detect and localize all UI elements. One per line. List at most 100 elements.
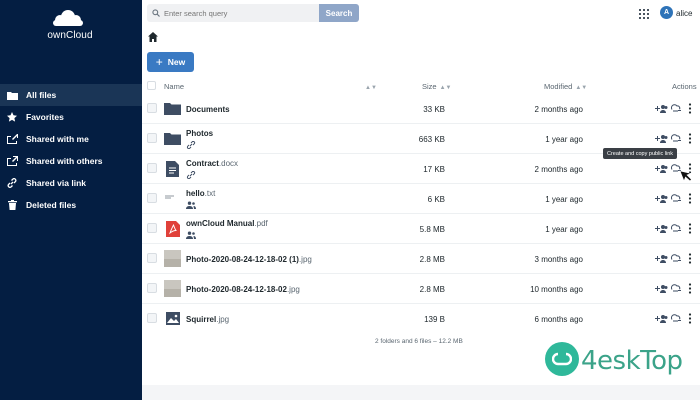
select-all-checkbox[interactable] bbox=[147, 81, 156, 90]
sidebar-item-all-files[interactable]: All files bbox=[0, 84, 142, 106]
row-checkbox[interactable] bbox=[147, 163, 157, 173]
home-icon[interactable] bbox=[148, 32, 158, 42]
file-name[interactable]: Contract.docx bbox=[186, 159, 238, 168]
public-link-icon[interactable] bbox=[670, 103, 681, 114]
public-link-icon[interactable] bbox=[670, 193, 681, 204]
public-link-icon[interactable] bbox=[670, 133, 681, 144]
file-size: 139 B bbox=[424, 315, 445, 324]
share-users-icon[interactable] bbox=[655, 164, 668, 174]
public-link-icon[interactable] bbox=[670, 313, 681, 324]
row-checkbox[interactable] bbox=[147, 223, 157, 233]
trash-icon bbox=[6, 199, 18, 211]
more-options-icon[interactable] bbox=[688, 223, 692, 234]
table-row[interactable]: hello.txt 6 KB 1 year ago bbox=[142, 184, 700, 214]
table-row[interactable]: Photo-2020-08-24-12-18-02 (1).jpg 2.8 MB… bbox=[142, 244, 700, 274]
modified-sort-icon: ▲▼ bbox=[575, 85, 588, 91]
share-users-icon[interactable] bbox=[655, 254, 668, 264]
username[interactable]: alice bbox=[676, 9, 692, 18]
file-modified: 10 months ago bbox=[530, 285, 583, 294]
table-row[interactable]: Photo-2020-08-24-12-18-02.jpg 2.8 MB 10 … bbox=[142, 274, 700, 304]
sidebar-item-favorites[interactable]: Favorites bbox=[0, 106, 142, 128]
more-options-icon[interactable] bbox=[688, 103, 692, 114]
sidebar-item-label: Favorites bbox=[26, 112, 64, 122]
sidebar-item-deleted-files[interactable]: Deleted files bbox=[0, 194, 142, 216]
size-sort-icon: ▲▼ bbox=[439, 85, 452, 91]
public-link-tooltip: Create and copy public link bbox=[603, 148, 678, 159]
mouse-cursor-icon bbox=[679, 170, 692, 182]
column-size[interactable]: Size ▲▼ bbox=[422, 82, 451, 91]
file-modified: 1 year ago bbox=[545, 225, 583, 234]
avatar[interactable]: A bbox=[660, 6, 673, 19]
name-sort-icon[interactable]: ▲▼ bbox=[362, 82, 377, 91]
search-button[interactable]: Search bbox=[319, 4, 359, 22]
row-checkbox[interactable] bbox=[147, 103, 157, 113]
column-name[interactable]: Name bbox=[164, 82, 184, 91]
folder-icon bbox=[164, 100, 181, 117]
file-name[interactable]: Photo-2020-08-24-12-18-02.jpg bbox=[186, 285, 300, 294]
file-table-header: Name ▲▼ Size ▲▼ Modified ▲▼ Actions bbox=[142, 78, 700, 94]
sidebar-item-label: Shared with others bbox=[26, 156, 103, 166]
owncloud-logo[interactable]: ownCloud bbox=[40, 8, 100, 42]
share-users-icon[interactable] bbox=[655, 284, 668, 294]
table-row[interactable]: Squirrel.jpg 139 B 6 months ago bbox=[142, 304, 700, 334]
public-link-icon[interactable] bbox=[670, 253, 681, 264]
column-modified[interactable]: Modified ▲▼ bbox=[544, 82, 587, 91]
file-modified: 6 months ago bbox=[534, 315, 583, 324]
file-modified: 1 year ago bbox=[545, 135, 583, 144]
sidebar-item-label: Deleted files bbox=[26, 200, 77, 210]
new-button[interactable]: + New bbox=[147, 52, 194, 72]
file-modified: 2 months ago bbox=[534, 105, 583, 114]
table-row[interactable]: Documents 33 KB 2 months ago bbox=[142, 94, 700, 124]
cloud-logo-icon bbox=[53, 10, 83, 26]
more-options-icon[interactable] bbox=[688, 253, 692, 264]
share-users-icon[interactable] bbox=[655, 134, 668, 144]
table-row[interactable]: ownCloud Manual.pdf 5.8 MB 1 year ago bbox=[142, 214, 700, 244]
app-grid-icon[interactable] bbox=[639, 9, 649, 19]
text-file-thumbnail bbox=[164, 190, 181, 207]
row-checkbox[interactable] bbox=[147, 193, 157, 203]
share-users-icon[interactable] bbox=[655, 194, 668, 204]
logo-text: ownCloud bbox=[47, 30, 93, 41]
column-actions: Actions bbox=[672, 82, 697, 91]
file-size: 2.8 MB bbox=[419, 255, 445, 264]
file-name[interactable]: Photo-2020-08-24-12-18-02 (1).jpg bbox=[186, 255, 312, 264]
file-size: 6 KB bbox=[427, 195, 445, 204]
sidebar-item-label: All files bbox=[26, 90, 57, 100]
watermark-text: 4eskTop bbox=[581, 346, 683, 376]
folder-icon bbox=[164, 130, 181, 147]
file-name[interactable]: Photos bbox=[186, 129, 213, 138]
file-name[interactable]: hello.txt bbox=[186, 189, 215, 198]
share-users-icon[interactable] bbox=[655, 314, 668, 324]
link-shared-icon bbox=[186, 141, 196, 149]
file-name[interactable]: Documents bbox=[186, 105, 230, 114]
photo-thumbnail bbox=[164, 250, 181, 267]
public-link-icon[interactable] bbox=[670, 223, 681, 234]
file-name[interactable]: Squirrel.jpg bbox=[186, 315, 229, 324]
bottom-bar bbox=[142, 385, 700, 400]
file-modified: 1 year ago bbox=[545, 195, 583, 204]
search-icon bbox=[152, 9, 160, 17]
row-checkbox[interactable] bbox=[147, 283, 157, 293]
share-users-icon[interactable] bbox=[655, 104, 668, 114]
row-checkbox[interactable] bbox=[147, 253, 157, 263]
sidebar-item-shared-with-me[interactable]: Shared with me bbox=[0, 128, 142, 150]
users-shared-icon bbox=[186, 231, 196, 239]
row-checkbox[interactable] bbox=[147, 133, 157, 143]
file-name[interactable]: ownCloud Manual.pdf bbox=[186, 219, 268, 228]
more-options-icon[interactable] bbox=[688, 193, 692, 204]
share-out-icon bbox=[6, 155, 18, 167]
more-options-icon[interactable] bbox=[688, 283, 692, 294]
more-options-icon[interactable] bbox=[688, 313, 692, 324]
file-size: 663 KB bbox=[418, 135, 445, 144]
watermark: 4eskTop bbox=[545, 340, 695, 380]
sidebar: ownCloud All files Favorites Shared with… bbox=[0, 0, 142, 400]
more-options-icon[interactable] bbox=[688, 133, 692, 144]
search-input[interactable] bbox=[164, 8, 309, 18]
file-modified: 3 months ago bbox=[534, 255, 583, 264]
public-link-icon[interactable] bbox=[670, 283, 681, 294]
sidebar-item-shared-via-link[interactable]: Shared via link bbox=[0, 172, 142, 194]
share-users-icon[interactable] bbox=[655, 224, 668, 234]
sidebar-item-shared-with-others[interactable]: Shared with others bbox=[0, 150, 142, 172]
row-checkbox[interactable] bbox=[147, 313, 157, 323]
link-icon bbox=[6, 177, 18, 189]
